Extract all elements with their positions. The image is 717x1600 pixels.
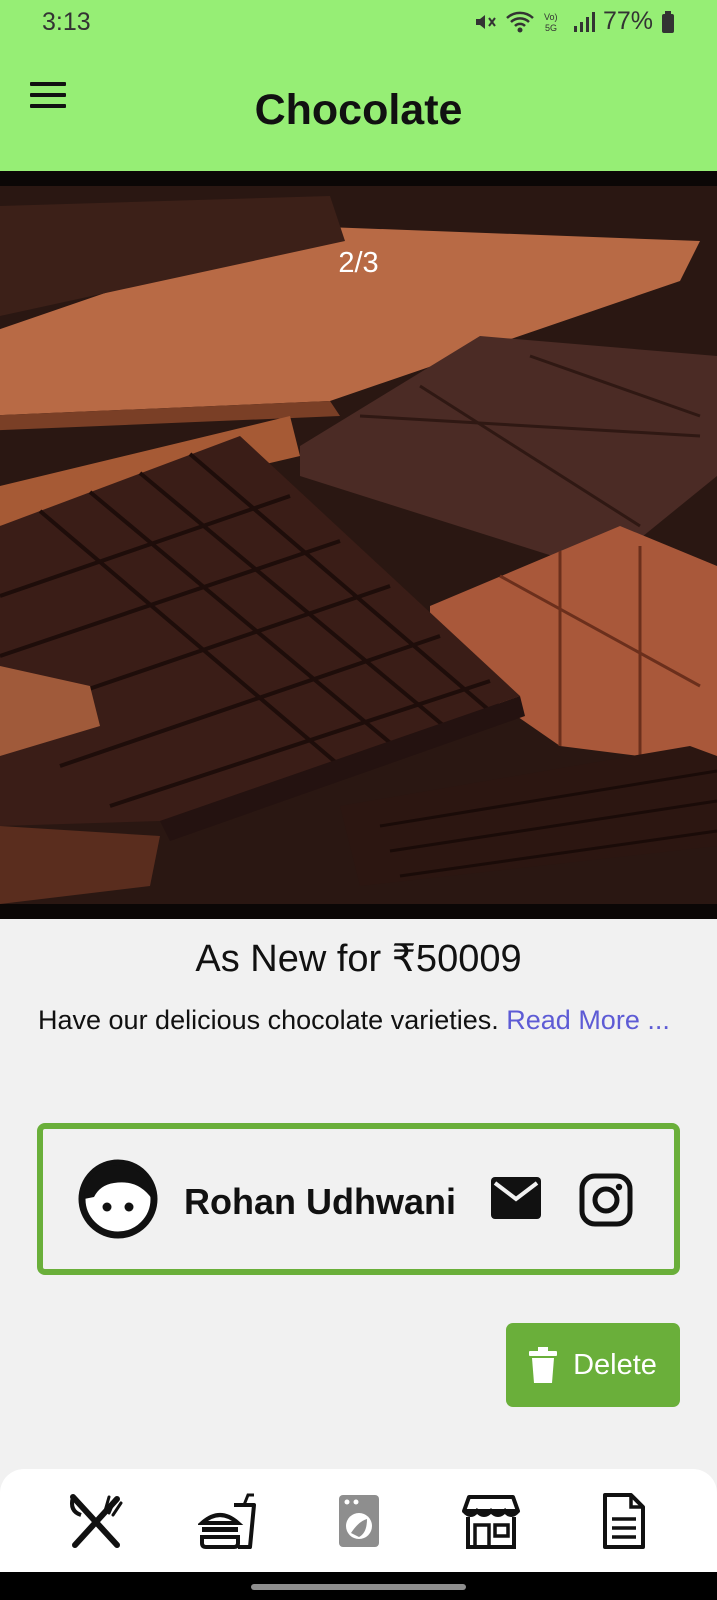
image-carousel[interactable]: 2/3: [0, 171, 717, 919]
mute-icon: [475, 14, 496, 29]
fast-food-icon[interactable]: [198, 1493, 258, 1549]
description-text: Have our delicious chocolate varieties.: [38, 1005, 499, 1035]
volte-5g-icon: Vo) 5G: [544, 12, 558, 33]
status-icons: Vo) 5G 77%: [473, 7, 675, 36]
battery-icon: [662, 10, 674, 33]
mail-icon[interactable]: [489, 1175, 543, 1221]
trash-icon: [529, 1347, 558, 1383]
seller-name: Rohan Udhwani: [184, 1181, 456, 1222]
read-more-link[interactable]: Read More ...: [506, 1005, 670, 1035]
instagram-icon[interactable]: [579, 1173, 633, 1227]
seller-card: Rohan Udhwani: [37, 1123, 680, 1275]
signal-icon: [573, 11, 595, 32]
bottom-nav: [0, 1469, 717, 1572]
status-bar: 3:13 Vo) 5G 77%: [0, 0, 717, 44]
chocolate-photo: [0, 186, 717, 904]
page-title: Chocolate: [254, 86, 463, 134]
svg-text:5G: 5G: [545, 23, 557, 33]
description: Have our delicious chocolate varieties. …: [38, 1003, 678, 1038]
price-title: As New for ₹50009: [195, 938, 522, 980]
laundry-icon[interactable]: [329, 1493, 389, 1549]
store-icon[interactable]: [461, 1493, 521, 1549]
restaurant-icon[interactable]: [65, 1493, 125, 1549]
status-time: 3:13: [42, 8, 91, 36]
carousel-counter: 2/3: [338, 247, 379, 279]
delete-label: Delete: [573, 1348, 657, 1381]
face-icon: [78, 1159, 158, 1239]
gesture-bar: [0, 1572, 717, 1600]
document-icon[interactable]: [593, 1493, 653, 1549]
delete-button[interactable]: Delete: [506, 1323, 680, 1407]
home-indicator[interactable]: [251, 1584, 466, 1590]
wifi-icon: [506, 11, 534, 32]
battery-percentage: 77%: [602, 7, 653, 35]
svg-text:Vo): Vo): [544, 12, 558, 22]
app-bar: Chocolate: [0, 44, 717, 171]
